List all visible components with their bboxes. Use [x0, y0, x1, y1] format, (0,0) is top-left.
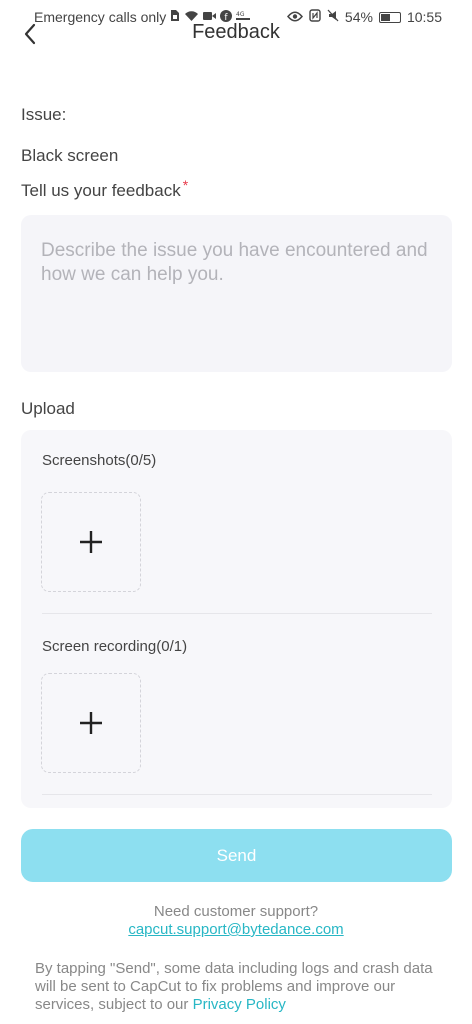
- divider: [42, 794, 432, 795]
- disclaimer: By tapping "Send", some data including l…: [35, 960, 442, 1014]
- plus-icon: [80, 712, 102, 734]
- divider: [42, 613, 432, 614]
- feedback-label: Tell us your feedback: [21, 181, 181, 200]
- feedback-label-row: Tell us your feedback *: [21, 177, 188, 201]
- support-prompt: Need customer support?: [153, 903, 319, 920]
- send-button[interactable]: Send: [21, 829, 452, 882]
- privacy-policy-link[interactable]: Privacy Policy: [193, 996, 286, 1013]
- header: Feedback: [0, 18, 472, 50]
- plus-icon: [80, 531, 102, 553]
- feedback-input[interactable]: [21, 215, 452, 372]
- issue-value: Black screen: [21, 146, 119, 165]
- page-title: Feedback: [192, 21, 280, 43]
- screenshots-label: Screenshots(0/5): [42, 452, 157, 469]
- add-screenshot-button[interactable]: [41, 492, 141, 592]
- screen-recording-label: Screen recording(0/1): [42, 638, 188, 655]
- upload-label: Upload: [21, 399, 75, 418]
- required-marker: *: [182, 177, 189, 193]
- add-recording-button[interactable]: [41, 673, 141, 773]
- upload-panel: Screenshots(0/5) Screen recording(0/1): [21, 430, 452, 808]
- issue-label: Issue:: [21, 105, 67, 124]
- svg-text:4G: 4G: [236, 11, 245, 18]
- support-email-link[interactable]: capcut.support@bytedance.com: [128, 921, 343, 938]
